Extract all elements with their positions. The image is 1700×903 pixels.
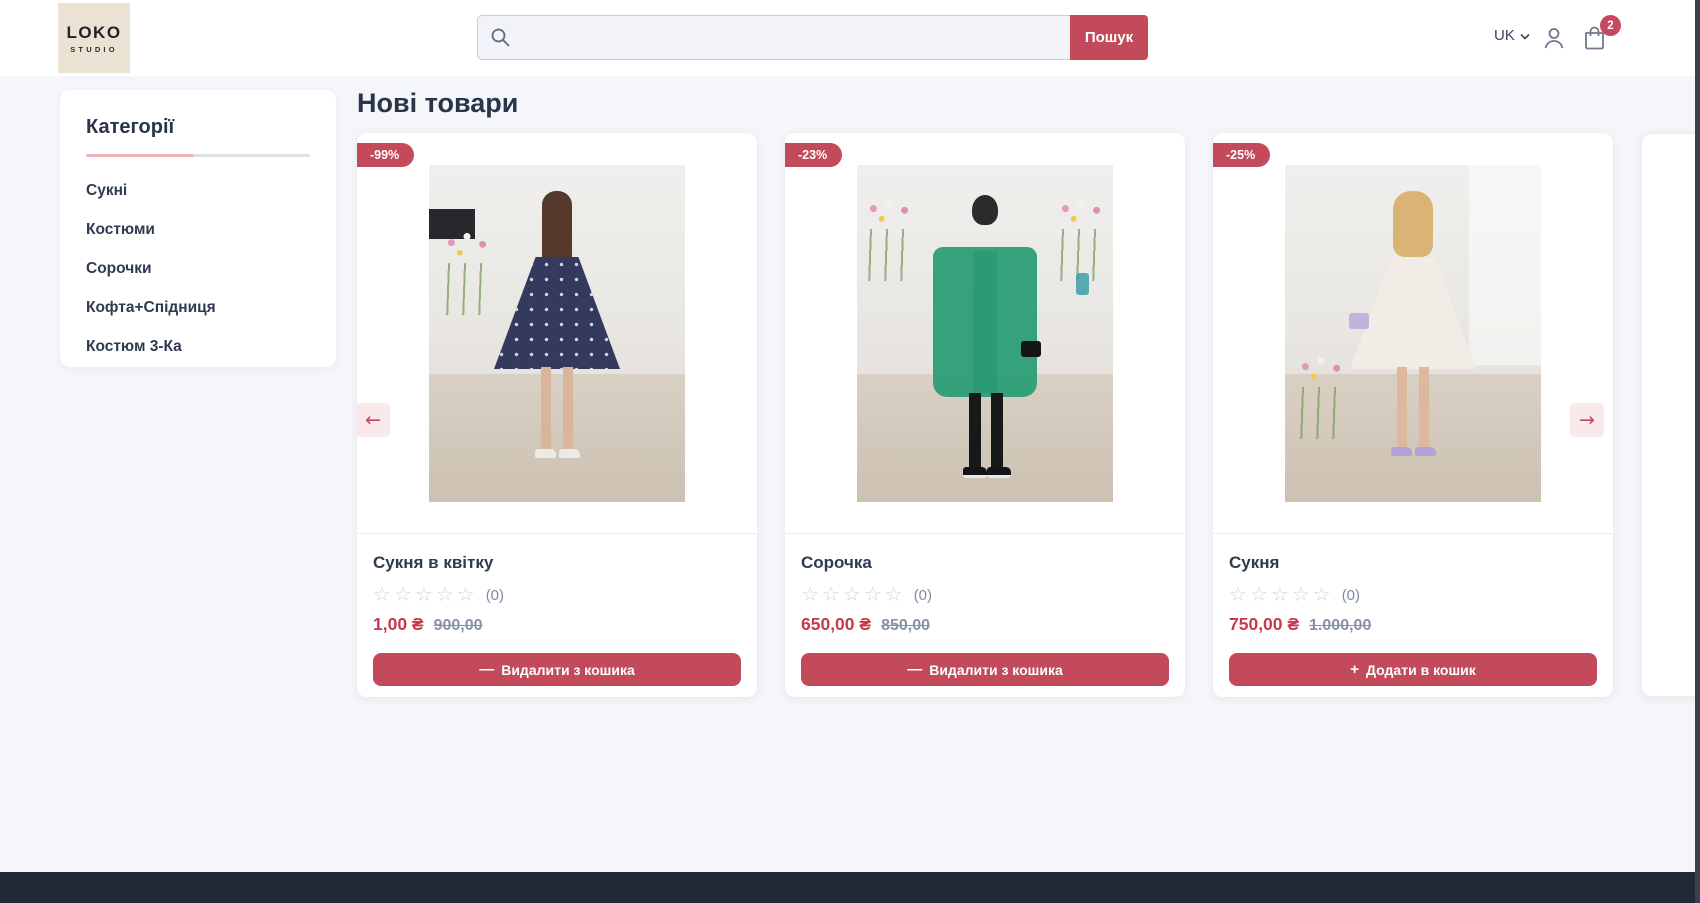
logo-text-secondary: STUDIO [70,45,118,54]
minus-icon: — [479,661,494,678]
page: LOKO STUDIO Пошук UK [0,0,1700,903]
sidebar-item-top-skirt[interactable]: Кофта+Спідниця [86,299,310,317]
minus-icon: — [907,661,922,678]
decor-flowers [1295,353,1347,439]
decor-bag [1021,341,1041,357]
current-price: 1,00 ₴ [373,614,424,635]
footer [0,872,1700,903]
discount-badge: -99% [357,143,414,167]
arrow-right-icon: → [1579,409,1595,431]
product-rating: ☆☆☆☆☆ (0) [801,585,1169,605]
cart-bag-icon [1581,38,1608,55]
remove-from-cart-button[interactable]: — Видалити з кошика [373,653,741,686]
remove-from-cart-button[interactable]: — Видалити з кошика [801,653,1169,686]
carousel-next-button[interactable]: → [1570,403,1604,437]
old-price: 1.000,00 [1309,617,1371,635]
product-card[interactable]: -23% Сорочка ☆☆☆☆☆ [785,133,1185,697]
categories-nav: Сукні Костюми Сорочки Кофта+Спідниця Кос… [86,182,310,356]
sidebar-item-shirts[interactable]: Сорочки [86,260,310,278]
decor-vase [1076,273,1089,295]
account-button[interactable] [1540,24,1568,52]
product-info: Сукня ☆☆☆☆☆ (0) 750,00 ₴ 1.000,00 + Дода… [1213,534,1613,697]
star-icons: ☆☆☆☆☆ [1229,585,1334,605]
logo[interactable]: LOKO STUDIO [58,3,130,73]
current-price: 650,00 ₴ [801,614,871,635]
categories-divider [86,154,310,157]
categories-panel: Категорії Сукні Костюми Сорочки Кофта+Сп… [60,90,336,367]
rating-count: (0) [486,587,504,604]
price-row: 750,00 ₴ 1.000,00 [1229,614,1597,635]
sidebar-item-dresses[interactable]: Сукні [86,182,310,200]
scrollbar[interactable] [1695,0,1700,903]
page-title: Нові товари [357,88,518,119]
button-label: Додати в кошик [1366,662,1476,678]
sidebar-item-suits[interactable]: Костюми [86,221,310,239]
product-image[interactable] [857,165,1113,502]
current-price: 750,00 ₴ [1229,614,1299,635]
arrow-left-icon: ← [365,409,381,431]
rating-count: (0) [1342,587,1360,604]
categories-title: Категорії [86,116,310,139]
product-card[interactable]: -25% Сукня ☆☆☆☆☆ (0) 7 [1213,133,1613,697]
star-icons: ☆☆☆☆☆ [373,585,478,605]
language-code: UK [1494,27,1515,44]
price-row: 650,00 ₴ 850,00 [801,614,1169,635]
decor-flowers [1055,195,1107,281]
language-selector[interactable]: UK [1494,27,1530,44]
model-figure [487,191,627,491]
product-image[interactable] [1285,165,1541,502]
user-icon [1540,39,1568,56]
old-price: 900,00 [434,617,483,635]
plus-icon: + [1350,661,1359,678]
star-icons: ☆☆☆☆☆ [801,585,906,605]
button-label: Видалити з кошика [501,662,635,678]
add-to-cart-button[interactable]: + Додати в кошик [1229,653,1597,686]
rating-count: (0) [914,587,932,604]
product-title[interactable]: Сукня в квітку [373,553,741,573]
search-input[interactable] [477,15,1070,60]
decor-bag [1349,313,1369,329]
product-rating: ☆☆☆☆☆ (0) [1229,585,1597,605]
model-figure [1343,191,1483,491]
decor-flowers [863,195,915,281]
discount-badge: -23% [785,143,842,167]
decor-flowers [441,229,493,315]
search-button[interactable]: Пошук [1070,15,1148,60]
button-label: Видалити з кошика [929,662,1063,678]
product-card-partial[interactable] [1641,133,1700,697]
model-figure [915,191,1055,491]
header: LOKO STUDIO Пошук UK [0,0,1700,76]
discount-badge: -25% [1213,143,1270,167]
product-card[interactable]: -99% Сукня в квітку ☆☆☆☆☆ (0) 1 [357,133,757,697]
product-info: Сорочка ☆☆☆☆☆ (0) 650,00 ₴ 850,00 — Вида… [785,534,1185,697]
product-title[interactable]: Сорочка [801,553,1169,573]
cart-badge: 2 [1600,15,1621,36]
carousel-prev-button[interactable]: ← [356,403,390,437]
price-row: 1,00 ₴ 900,00 [373,614,741,635]
product-title[interactable]: Сукня [1229,553,1597,573]
product-image[interactable] [429,165,685,502]
chevron-down-icon [1520,27,1530,44]
cart-button[interactable]: 2 [1581,24,1609,52]
sidebar-item-suit-3[interactable]: Костюм 3-Ка [86,338,310,356]
product-rating: ☆☆☆☆☆ (0) [373,585,741,605]
logo-text-primary: LOKO [66,23,121,43]
product-info: Сукня в квітку ☆☆☆☆☆ (0) 1,00 ₴ 900,00 —… [357,534,757,697]
old-price: 850,00 [881,617,930,635]
search-bar: Пошук [477,15,1148,60]
